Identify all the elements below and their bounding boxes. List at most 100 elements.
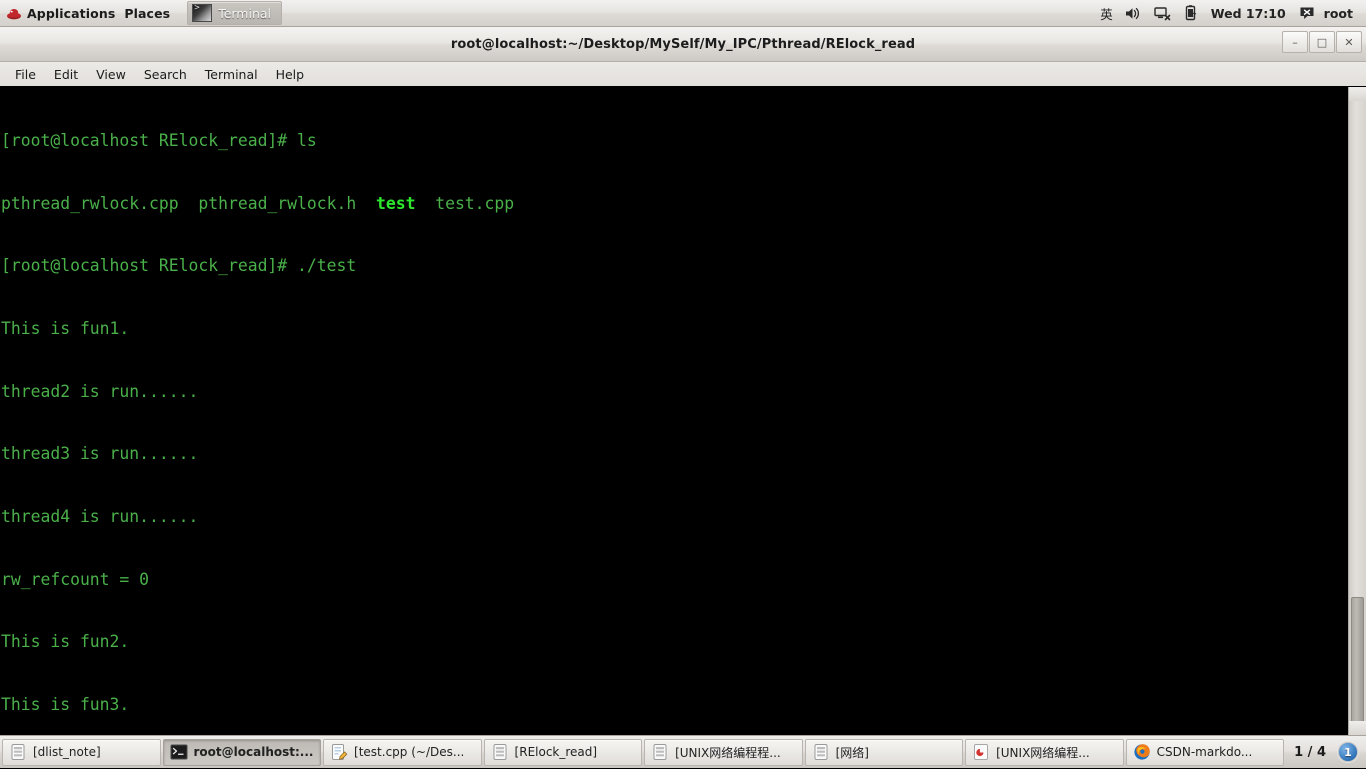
terminal-line: [root@localhost RElock_read]# ls <box>1 131 1348 152</box>
applications-menu[interactable]: Applications <box>0 0 122 27</box>
task-item-network[interactable]: [网络] <box>804 738 964 766</box>
terminal-line: This is fun3. <box>1 695 1348 716</box>
terminal-line: thread3 is run...... <box>1 444 1348 465</box>
window-list-item-terminal[interactable]: Terminal <box>187 1 283 25</box>
ime-indicator[interactable]: 英 <box>1095 0 1118 27</box>
terminal-window: root@localhost:~/Desktop/MySelf/My_IPC/P… <box>0 27 1366 735</box>
task-item-label: [UNIX网络编程... <box>996 745 1090 760</box>
workspace-area: 1 / 4 1 <box>1286 736 1366 769</box>
editor-icon <box>330 743 348 761</box>
menu-help[interactable]: Help <box>267 63 314 86</box>
menubar: File Edit View Search Terminal Help <box>0 62 1366 87</box>
task-item-relock-read[interactable]: [RElock_read] <box>483 738 643 766</box>
task-item-label: [dlist_note] <box>33 745 101 759</box>
terminal-line: thread4 is run...... <box>1 507 1348 528</box>
redhat-logo-icon <box>6 5 22 21</box>
workspace-badge[interactable]: 1 <box>1338 742 1358 762</box>
menu-edit-label: Edit <box>53 66 79 82</box>
network-disconnected-icon[interactable] <box>1149 0 1177 27</box>
window-list-item-label: Terminal <box>218 5 272 21</box>
close-icon: ✕ <box>1344 35 1354 49</box>
task-item-terminal[interactable]: root@localhost:... <box>162 738 322 766</box>
document-icon <box>9 743 27 761</box>
window-titlebar[interactable]: root@localhost:~/Desktop/MySelf/My_IPC/P… <box>0 27 1366 62</box>
menu-file[interactable]: File <box>6 63 45 86</box>
task-item-csdn-markdown[interactable]: CSDN-markdo... <box>1125 738 1285 766</box>
maximize-button[interactable]: □ <box>1309 31 1335 53</box>
workspace-badge-label: 1 <box>1344 745 1352 759</box>
task-item-label: [UNIX网络编程程... <box>675 745 781 760</box>
document-icon <box>812 743 830 761</box>
menu-view[interactable]: View <box>87 63 135 86</box>
document-icon <box>491 743 509 761</box>
current-user[interactable]: root <box>1322 0 1358 27</box>
terminal-output[interactable]: [root@localhost RElock_read]# ls pthread… <box>0 87 1348 735</box>
ime-indicator-label: 英 <box>1100 6 1113 22</box>
terminal-line-text: rw_refcount = 0 <box>1 569 150 589</box>
task-item-label: [RElock_read] <box>514 745 598 759</box>
top-panel: Applications Places Terminal 英 <box>0 0 1366 27</box>
workspace-indicator-label: 1 / 4 <box>1294 744 1326 760</box>
applications-menu-label: Applications <box>27 5 116 21</box>
menu-view-label: View <box>96 66 126 82</box>
menu-search-label: Search <box>143 66 187 82</box>
window-controls: – □ ✕ <box>1282 31 1362 53</box>
maximize-icon: □ <box>1316 35 1328 49</box>
terminal-line-text: test.cpp <box>415 193 515 213</box>
task-item-dlist-note[interactable]: [dlist_note] <box>2 738 161 766</box>
terminal-line-text: thread3 is run...... <box>1 444 199 464</box>
terminal-scrollbar[interactable] <box>1348 87 1366 735</box>
system-tray: 英 Wed 17:10 root <box>1095 0 1366 27</box>
terminal-line-text: This is fun2. <box>1 632 130 652</box>
battery-charging-icon[interactable] <box>1179 0 1203 27</box>
terminal-line: This is fun2. <box>1 632 1348 653</box>
scroll-up-arrow-icon[interactable] <box>1349 87 1366 101</box>
volume-icon[interactable] <box>1120 0 1147 27</box>
menu-terminal[interactable]: Terminal <box>196 63 267 86</box>
terminal-line-text: This is fun3. <box>1 695 130 715</box>
clock[interactable]: Wed 17:10 <box>1205 0 1292 27</box>
terminal-line: rw_refcount = 0 <box>1 570 1348 591</box>
terminal-line: [root@localhost RElock_read]# ./test <box>1 256 1348 277</box>
minimize-button[interactable]: – <box>1282 31 1308 53</box>
task-item-label: CSDN-markdo... <box>1156 745 1253 759</box>
current-user-label: root <box>1323 5 1353 21</box>
workspace-indicator[interactable]: 1 / 4 <box>1290 745 1330 760</box>
minimize-icon: – <box>1292 35 1298 49</box>
top-panel-window-list: Terminal <box>187 0 283 27</box>
terminal-line: This is fun1. <box>1 319 1348 340</box>
menu-help-label: Help <box>275 66 305 82</box>
menu-file-label: File <box>15 66 36 82</box>
terminal-executable-name: test <box>375 193 416 213</box>
terminal-line-text: [root@localhost RElock_read]# ls <box>1 130 317 150</box>
terminal-line-text: pthread_rwlock.cpp pthread_rwlock.h <box>1 193 376 213</box>
clock-label: Wed 17:10 <box>1210 5 1286 21</box>
task-item-label: [网络] <box>835 745 869 760</box>
terminal-line-text: thread2 is run...... <box>1 381 199 401</box>
terminal-icon <box>192 3 213 22</box>
places-menu[interactable]: Places <box>122 0 177 27</box>
terminal-line-text: [root@localhost RElock_read]# ./test <box>1 256 357 276</box>
scroll-down-arrow-icon[interactable] <box>1349 721 1366 735</box>
terminal-line-text: This is fun1. <box>1 318 130 338</box>
terminal-line-text: thread4 is run...... <box>1 507 199 527</box>
scrollbar-thumb[interactable] <box>1351 597 1364 732</box>
bottom-panel: [dlist_note] root@localhost:... [test.cp… <box>0 735 1366 768</box>
task-item-label: [test.cpp (~/Des... <box>354 745 465 759</box>
firefox-icon <box>1133 743 1151 761</box>
menu-search[interactable]: Search <box>135 63 196 86</box>
page-title: root@localhost:~/Desktop/MySelf/My_IPC/P… <box>450 36 916 52</box>
terminal-line: pthread_rwlock.cpp pthread_rwlock.h test… <box>1 194 1348 215</box>
terminal-body[interactable]: [root@localhost RElock_read]# ls pthread… <box>0 87 1366 735</box>
menu-terminal-label: Terminal <box>204 66 258 82</box>
window-task-list: [dlist_note] root@localhost:... [test.cp… <box>0 736 1286 769</box>
task-item-unix-network-prog-2[interactable]: [UNIX网络编程... <box>965 738 1124 766</box>
task-item-test-cpp[interactable]: [test.cpp (~/Des... <box>323 738 482 766</box>
menu-edit[interactable]: Edit <box>45 63 87 86</box>
terminal-line: thread2 is run...... <box>1 382 1348 403</box>
user-status-icon[interactable] <box>1294 0 1320 27</box>
document-icon <box>651 743 669 761</box>
close-button[interactable]: ✕ <box>1336 31 1362 53</box>
task-item-unix-network-prog-1[interactable]: [UNIX网络编程程... <box>644 738 803 766</box>
pdf-icon <box>972 743 990 761</box>
